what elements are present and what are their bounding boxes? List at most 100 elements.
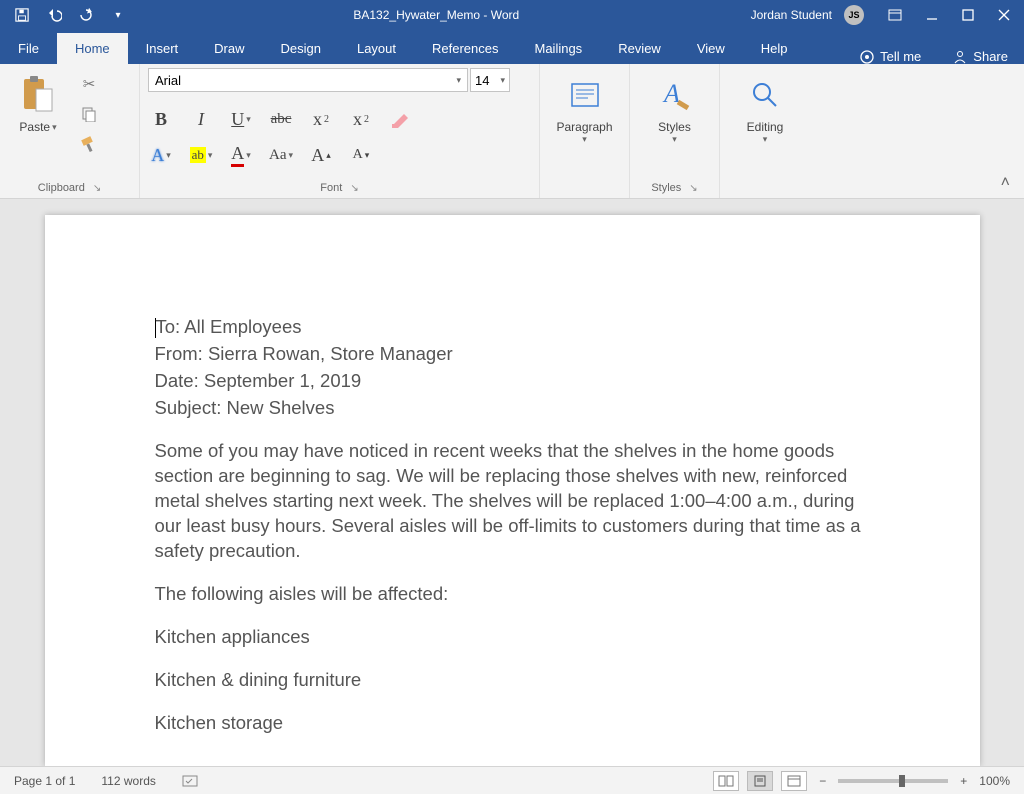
read-mode-icon[interactable] <box>713 771 739 791</box>
statusbar: Page 1 of 1 112 words − + 100% <box>0 766 1024 794</box>
chevron-down-icon: ▾ <box>456 75 461 86</box>
zoom-thumb[interactable] <box>899 775 905 787</box>
tab-file[interactable]: File <box>0 33 57 64</box>
save-icon[interactable] <box>8 0 36 30</box>
text-effects-button[interactable]: A▾ <box>148 145 174 166</box>
paragraph-button[interactable]: Paragraph ▾ <box>555 68 615 145</box>
zoom-in-button[interactable]: + <box>956 774 971 788</box>
memo-following[interactable]: The following aisles will be affected: <box>155 582 870 607</box>
chevron-down-icon: ▾ <box>52 122 57 133</box>
font-name-select[interactable]: Arial ▾ <box>148 68 468 92</box>
memo-subject[interactable]: Subject: New Shelves <box>155 396 870 421</box>
tab-layout[interactable]: Layout <box>339 33 414 64</box>
paste-icon <box>18 72 58 118</box>
search-icon <box>745 72 785 118</box>
minimize-icon[interactable] <box>916 0 948 30</box>
editing-button[interactable]: Editing ▾ <box>735 68 795 145</box>
word-count[interactable]: 112 words <box>101 774 155 788</box>
zoom-slider[interactable] <box>838 779 948 783</box>
tab-help[interactable]: Help <box>743 33 806 64</box>
undo-icon[interactable] <box>40 0 68 30</box>
page-indicator[interactable]: Page 1 of 1 <box>14 774 75 788</box>
qat-more-icon[interactable]: ▾ <box>104 0 132 30</box>
print-layout-icon[interactable] <box>747 771 773 791</box>
tab-home[interactable]: Home <box>57 33 128 64</box>
underline-button[interactable]: U▾ <box>228 109 254 130</box>
italic-button[interactable]: I <box>188 109 214 130</box>
tab-review[interactable]: Review <box>600 33 679 64</box>
ribbon-tabs: File Home Insert Draw Design Layout Refe… <box>0 30 1024 64</box>
editing-label: Editing <box>747 120 784 134</box>
collapse-ribbon-icon[interactable]: ˄ <box>987 168 1024 198</box>
redo-icon[interactable] <box>72 0 100 30</box>
ribbon-display-icon[interactable] <box>878 0 912 30</box>
grow-font-button[interactable]: A▴ <box>308 145 334 166</box>
chevron-down-icon: ▾ <box>246 150 251 161</box>
font-size-select[interactable]: 14▾ <box>470 68 510 92</box>
paste-button[interactable]: Paste▾ <box>8 68 68 134</box>
titlebar: ▾ BA132_Hywater_Memo - Word Jordan Stude… <box>0 0 1024 30</box>
tab-references[interactable]: References <box>414 33 516 64</box>
styles-icon: A <box>655 72 695 118</box>
paragraph-label: Paragraph <box>556 120 612 134</box>
styles-launcher-icon[interactable]: ↘ <box>689 183 697 194</box>
proofing-icon[interactable] <box>182 774 200 788</box>
chevron-down-icon: ▾ <box>500 75 505 86</box>
font-name-value: Arial <box>155 73 181 88</box>
superscript-button[interactable]: x2 <box>348 109 374 130</box>
styles-button[interactable]: A Styles ▾ <box>645 68 705 145</box>
styles-label: Styles <box>658 120 691 134</box>
font-launcher-icon[interactable]: ↘ <box>350 183 358 194</box>
memo-aisle-1[interactable]: Kitchen appliances <box>155 625 870 650</box>
cut-icon[interactable]: ✂ <box>74 72 104 96</box>
document-page[interactable]: To: All Employees From: Sierra Rowan, St… <box>45 215 980 766</box>
clipboard-group-label: Clipboard <box>38 182 85 194</box>
memo-body[interactable]: Some of you may have noticed in recent w… <box>155 439 870 564</box>
memo-aisle-3[interactable]: Kitchen storage <box>155 711 870 736</box>
zoom-out-button[interactable]: − <box>815 774 830 788</box>
chevron-down-icon: ▾ <box>582 134 587 145</box>
bold-button[interactable]: B <box>148 109 174 130</box>
chevron-down-icon: ▾ <box>208 150 213 161</box>
tab-insert[interactable]: Insert <box>128 33 197 64</box>
strikethrough-button[interactable]: abc <box>268 111 294 128</box>
clipboard-launcher-icon[interactable]: ↘ <box>93 183 101 194</box>
quick-access-toolbar: ▾ <box>0 0 132 30</box>
paragraph-icon <box>565 72 605 118</box>
tab-view[interactable]: View <box>679 33 743 64</box>
maximize-icon[interactable] <box>952 0 984 30</box>
copy-icon[interactable] <box>74 102 104 126</box>
tab-mailings[interactable]: Mailings <box>517 33 601 64</box>
chevron-down-icon: ▾ <box>672 134 677 145</box>
chevron-down-icon: ▾ <box>288 150 293 161</box>
share-label: Share <box>973 49 1008 64</box>
close-icon[interactable] <box>988 0 1020 30</box>
user-name[interactable]: Jordan Student JS <box>741 0 874 30</box>
chevron-down-icon: ▾ <box>166 150 171 161</box>
zoom-level[interactable]: 100% <box>979 774 1010 788</box>
format-painter-icon[interactable] <box>74 132 104 156</box>
tab-design[interactable]: Design <box>263 33 339 64</box>
change-case-button[interactable]: Aa▾ <box>268 147 294 164</box>
memo-aisle-2[interactable]: Kitchen & dining furniture <box>155 668 870 693</box>
ribbon: Paste▾ ✂ Clipboard↘ Arial▾ 14▾ B I <box>0 64 1024 199</box>
memo-from[interactable]: From: Sierra Rowan, Store Manager <box>155 342 870 367</box>
tab-draw[interactable]: Draw <box>196 33 262 64</box>
web-layout-icon[interactable] <box>781 771 807 791</box>
highlight-button[interactable]: ab▾ <box>188 147 214 163</box>
user-name-label: Jordan Student <box>751 8 832 22</box>
avatar: JS <box>844 5 864 25</box>
font-group-label: Font <box>320 182 342 194</box>
window-title: BA132_Hywater_Memo - Word <box>132 8 741 22</box>
tell-me-button[interactable]: Tell me <box>844 49 937 64</box>
paste-label: Paste <box>19 120 50 134</box>
share-button[interactable]: Share <box>937 49 1024 64</box>
memo-date[interactable]: Date: September 1, 2019 <box>155 369 870 394</box>
memo-to[interactable]: To: All Employees <box>155 315 870 340</box>
clear-formatting-button[interactable] <box>388 110 414 128</box>
font-color-button[interactable]: A▾ <box>228 143 254 167</box>
document-area[interactable]: To: All Employees From: Sierra Rowan, St… <box>0 199 1024 766</box>
subscript-button[interactable]: x2 <box>308 109 334 130</box>
shrink-font-button[interactable]: A▾ <box>348 147 374 163</box>
styles-group-label: Styles <box>651 182 681 194</box>
